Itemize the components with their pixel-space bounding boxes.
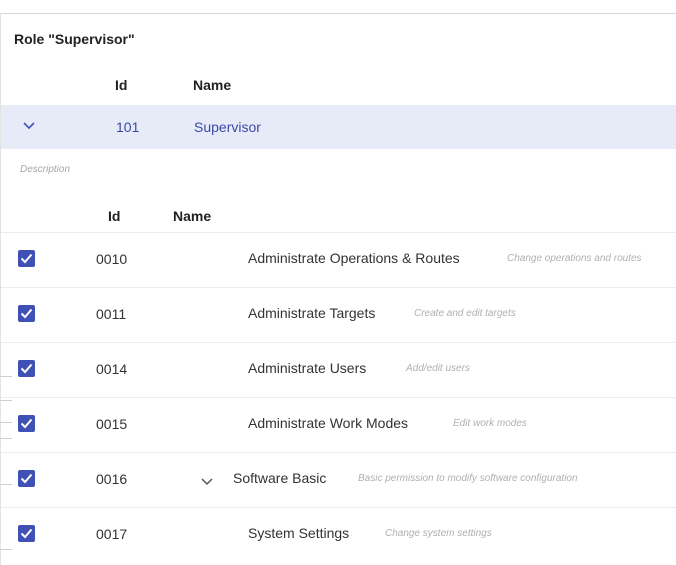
checkmark-icon bbox=[20, 528, 33, 539]
permission-description: Edit work modes bbox=[453, 418, 527, 429]
permission-description: Add/edit users bbox=[406, 363, 470, 374]
permission-checkbox[interactable] bbox=[18, 470, 35, 487]
permission-id: 0014 bbox=[96, 361, 128, 377]
permission-name: Administrate Operations & Routes bbox=[248, 250, 460, 266]
permission-description: Change operations and routes bbox=[507, 253, 642, 264]
role-id-column-header: Id bbox=[115, 77, 128, 93]
permission-name-column-header: Name bbox=[173, 208, 212, 224]
checkmark-icon bbox=[20, 418, 33, 429]
permission-checkbox[interactable] bbox=[18, 250, 35, 267]
permission-id: 0010 bbox=[96, 251, 128, 267]
description-label: Description bbox=[20, 164, 71, 175]
permission-id-column-header: Id bbox=[108, 208, 121, 224]
permission-name: Software Basic bbox=[233, 470, 327, 486]
chevron-down-icon[interactable] bbox=[21, 119, 37, 133]
checkmark-icon bbox=[20, 363, 33, 374]
role-id: 101 bbox=[116, 119, 140, 135]
checkmark-icon bbox=[20, 473, 33, 484]
permission-id: 0016 bbox=[96, 471, 128, 487]
permission-row[interactable]: 0010 Administrate Operations & Routes Ch… bbox=[1, 232, 676, 288]
permission-row[interactable]: 0014 Administrate Users Add/edit users bbox=[1, 342, 676, 398]
permission-id: 0017 bbox=[96, 526, 128, 542]
dialog-top-border bbox=[0, 13, 676, 14]
permission-name: Administrate Targets bbox=[248, 305, 376, 321]
permission-name: Administrate Users bbox=[248, 360, 367, 376]
permission-checkbox[interactable] bbox=[18, 415, 35, 432]
permission-row[interactable]: 0015 Administrate Work Modes Edit work m… bbox=[1, 397, 676, 453]
permission-description: Change system settings bbox=[385, 528, 492, 539]
role-title: Role "Supervisor" bbox=[14, 31, 135, 47]
permission-description: Create and edit targets bbox=[414, 308, 516, 319]
permission-row[interactable]: 0017 System Settings Change system setti… bbox=[1, 507, 676, 563]
checkmark-icon bbox=[20, 308, 33, 319]
permission-name: System Settings bbox=[248, 525, 350, 541]
chevron-down-icon[interactable] bbox=[200, 475, 214, 487]
checkmark-icon bbox=[20, 253, 33, 264]
permission-checkbox[interactable] bbox=[18, 360, 35, 377]
permission-checkbox[interactable] bbox=[18, 305, 35, 322]
role-row[interactable]: 101 Supervisor bbox=[1, 105, 676, 149]
permission-id: 0011 bbox=[96, 306, 127, 322]
role-name-column-header: Name bbox=[193, 77, 232, 93]
permission-row[interactable]: 0016 Software Basic Basic permission to … bbox=[1, 452, 676, 508]
permission-id: 0015 bbox=[96, 416, 128, 432]
permission-row[interactable]: 0011 Administrate Targets Create and edi… bbox=[1, 287, 676, 343]
permission-description: Basic permission to modify software conf… bbox=[358, 473, 578, 484]
permission-name: Administrate Work Modes bbox=[248, 415, 409, 431]
permission-checkbox[interactable] bbox=[18, 525, 35, 542]
role-name: Supervisor bbox=[194, 119, 261, 135]
